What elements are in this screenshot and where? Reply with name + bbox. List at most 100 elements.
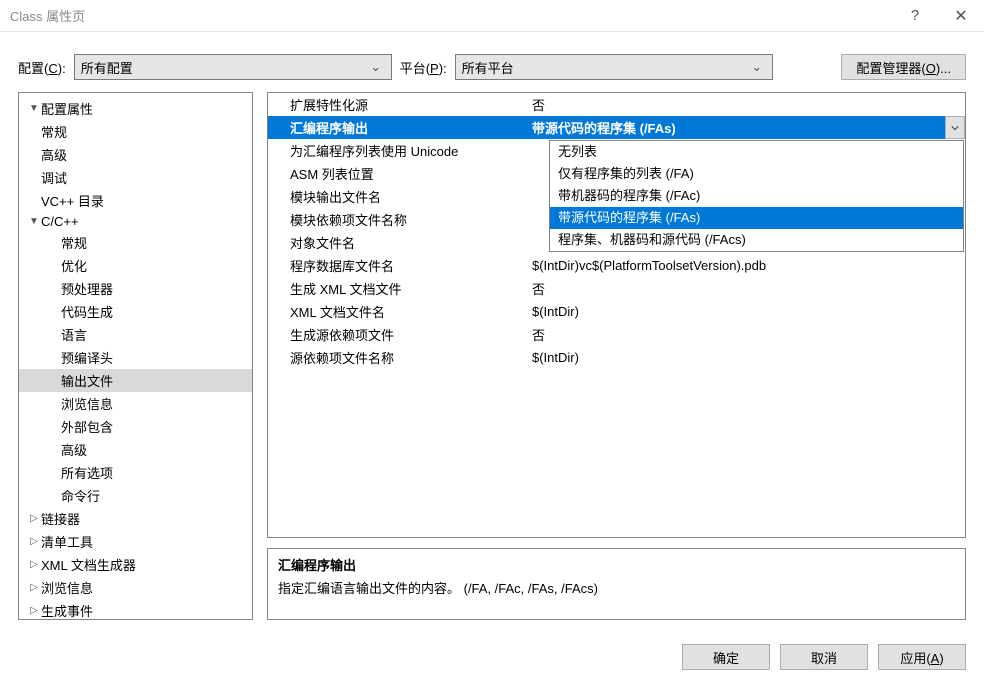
tree-item[interactable]: VC++ 目录: [19, 189, 252, 212]
platform-label: 平台(P):: [400, 58, 447, 77]
platform-select[interactable]: 所有平台 ⌄: [455, 54, 773, 80]
tree-item[interactable]: 高级: [19, 143, 252, 166]
dropdown-button[interactable]: [945, 116, 965, 139]
apply-button[interactable]: 应用(A): [878, 644, 966, 670]
collapsed-icon: ▷: [27, 605, 41, 616]
chevron-down-icon: ⌄: [748, 59, 766, 75]
tree-item-label: 预处理器: [61, 279, 113, 298]
tree-item[interactable]: ▷生成事件: [19, 599, 252, 620]
chevron-down-icon: ⌄: [367, 59, 385, 75]
tree-item-label: 高级: [41, 145, 67, 164]
tree-item-label: 调试: [41, 168, 67, 187]
config-manager-button[interactable]: 配置管理器(O)...: [841, 54, 966, 80]
property-name: 对象文件名: [268, 231, 526, 254]
tree-item[interactable]: 调试: [19, 166, 252, 189]
collapsed-icon: ▷: [27, 559, 41, 570]
property-value[interactable]: 带源代码的程序集 (/FAs): [526, 116, 965, 139]
property-name: 生成 XML 文档文件: [268, 277, 526, 300]
property-name: XML 文档文件名: [268, 300, 526, 323]
tree-item[interactable]: ▷链接器: [19, 507, 252, 530]
tree-item-label: 命令行: [61, 486, 100, 505]
property-grid[interactable]: 扩展特性化源否汇编程序输出带源代码的程序集 (/FAs)为汇编程序列表使用 Un…: [267, 92, 966, 538]
config-select[interactable]: 所有配置 ⌄: [74, 54, 392, 80]
property-row[interactable]: 汇编程序输出带源代码的程序集 (/FAs): [268, 116, 965, 139]
tree-item[interactable]: 外部包含: [19, 415, 252, 438]
close-button[interactable]: ✕: [938, 0, 984, 32]
tree-item-label: 配置属性: [41, 99, 93, 118]
tree-item[interactable]: 语言: [19, 323, 252, 346]
collapsed-icon: ▷: [27, 536, 41, 547]
tree-item-label: VC++ 目录: [41, 191, 104, 210]
property-value[interactable]: $(IntDir): [526, 300, 965, 323]
tree-item-label: 语言: [61, 325, 87, 344]
help-button[interactable]: [892, 0, 938, 32]
tree-item[interactable]: 输出文件: [19, 369, 252, 392]
tree-item[interactable]: 预编译头: [19, 346, 252, 369]
tree-item-label: 代码生成: [61, 302, 113, 321]
category-tree[interactable]: ▼配置属性常规高级调试VC++ 目录▼C/C++常规优化预处理器代码生成语言预编…: [18, 92, 253, 620]
property-name: 为汇编程序列表使用 Unicode: [268, 139, 526, 162]
property-row[interactable]: XML 文档文件名$(IntDir): [268, 300, 965, 323]
tree-item[interactable]: ▷清单工具: [19, 530, 252, 553]
property-name: 模块输出文件名: [268, 185, 526, 208]
property-row[interactable]: 生成源依赖项文件否: [268, 323, 965, 346]
property-value[interactable]: 否: [526, 93, 965, 116]
tree-item[interactable]: 常规: [19, 120, 252, 143]
property-name: 模块依赖项文件名称: [268, 208, 526, 231]
tree-item[interactable]: 高级: [19, 438, 252, 461]
ok-button[interactable]: 确定: [682, 644, 770, 670]
dropdown-option[interactable]: 仅有程序集的列表 (/FA): [550, 163, 963, 185]
tree-item[interactable]: ▷浏览信息: [19, 576, 252, 599]
property-value[interactable]: $(IntDir)vc$(PlatformToolsetVersion).pdb: [526, 254, 965, 277]
dialog-buttons: 确定 取消 应用(A): [682, 644, 966, 670]
tree-item-label: 链接器: [41, 509, 80, 528]
collapsed-icon: ▷: [27, 513, 41, 524]
tree-item[interactable]: 所有选项: [19, 461, 252, 484]
tree-item-label: 所有选项: [61, 463, 113, 482]
tree-item[interactable]: 命令行: [19, 484, 252, 507]
tree-item[interactable]: 浏览信息: [19, 392, 252, 415]
tree-item-label: XML 文档生成器: [41, 555, 136, 574]
cancel-button[interactable]: 取消: [780, 644, 868, 670]
dropdown-option[interactable]: 带源代码的程序集 (/FAs): [550, 207, 963, 229]
dropdown-option[interactable]: 无列表: [550, 141, 963, 163]
tree-item-label: 输出文件: [61, 371, 113, 390]
tree-item-label: 高级: [61, 440, 87, 459]
tree-item-label: 浏览信息: [61, 394, 113, 413]
property-value[interactable]: $(IntDir): [526, 346, 965, 369]
tree-item-label: C/C++: [41, 214, 79, 229]
property-row[interactable]: 生成 XML 文档文件否: [268, 277, 965, 300]
property-name: ASM 列表位置: [268, 162, 526, 185]
tree-item-label: 常规: [41, 122, 67, 141]
description-title: 汇编程序输出: [278, 555, 955, 574]
property-row[interactable]: 源依赖项文件名称$(IntDir): [268, 346, 965, 369]
config-label: 配置(C):: [18, 58, 66, 77]
tree-item[interactable]: ▼C/C++: [19, 212, 252, 231]
value-dropdown[interactable]: 无列表仅有程序集的列表 (/FA)带机器码的程序集 (/FAc)带源代码的程序集…: [549, 140, 964, 252]
property-name: 生成源依赖项文件: [268, 323, 526, 346]
tree-item-label: 预编译头: [61, 348, 113, 367]
tree-item[interactable]: 代码生成: [19, 300, 252, 323]
property-value[interactable]: 否: [526, 277, 965, 300]
dropdown-option[interactable]: 程序集、机器码和源代码 (/FAcs): [550, 229, 963, 251]
tree-item-label: 浏览信息: [41, 578, 93, 597]
property-name: 程序数据库文件名: [268, 254, 526, 277]
tree-item[interactable]: 预处理器: [19, 277, 252, 300]
expanded-icon: ▼: [27, 216, 41, 227]
tree-item[interactable]: 常规: [19, 231, 252, 254]
dropdown-option[interactable]: 带机器码的程序集 (/FAc): [550, 185, 963, 207]
tree-item-label: 外部包含: [61, 417, 113, 436]
property-row[interactable]: 程序数据库文件名$(IntDir)vc$(PlatformToolsetVers…: [268, 254, 965, 277]
tree-item[interactable]: 优化: [19, 254, 252, 277]
property-name: 扩展特性化源: [268, 93, 526, 116]
window-title: Class 属性页: [10, 6, 892, 25]
property-row[interactable]: 扩展特性化源否: [268, 93, 965, 116]
chevron-down-icon: [951, 124, 959, 132]
description-body: 指定汇编语言输出文件的内容。 (/FA, /FAc, /FAs, /FAcs): [278, 578, 955, 597]
tree-item[interactable]: ▷XML 文档生成器: [19, 553, 252, 576]
property-value[interactable]: 否: [526, 323, 965, 346]
property-name: 汇编程序输出: [268, 116, 526, 139]
tree-item[interactable]: ▼配置属性: [19, 97, 252, 120]
property-name: 源依赖项文件名称: [268, 346, 526, 369]
tree-item-label: 优化: [61, 256, 87, 275]
